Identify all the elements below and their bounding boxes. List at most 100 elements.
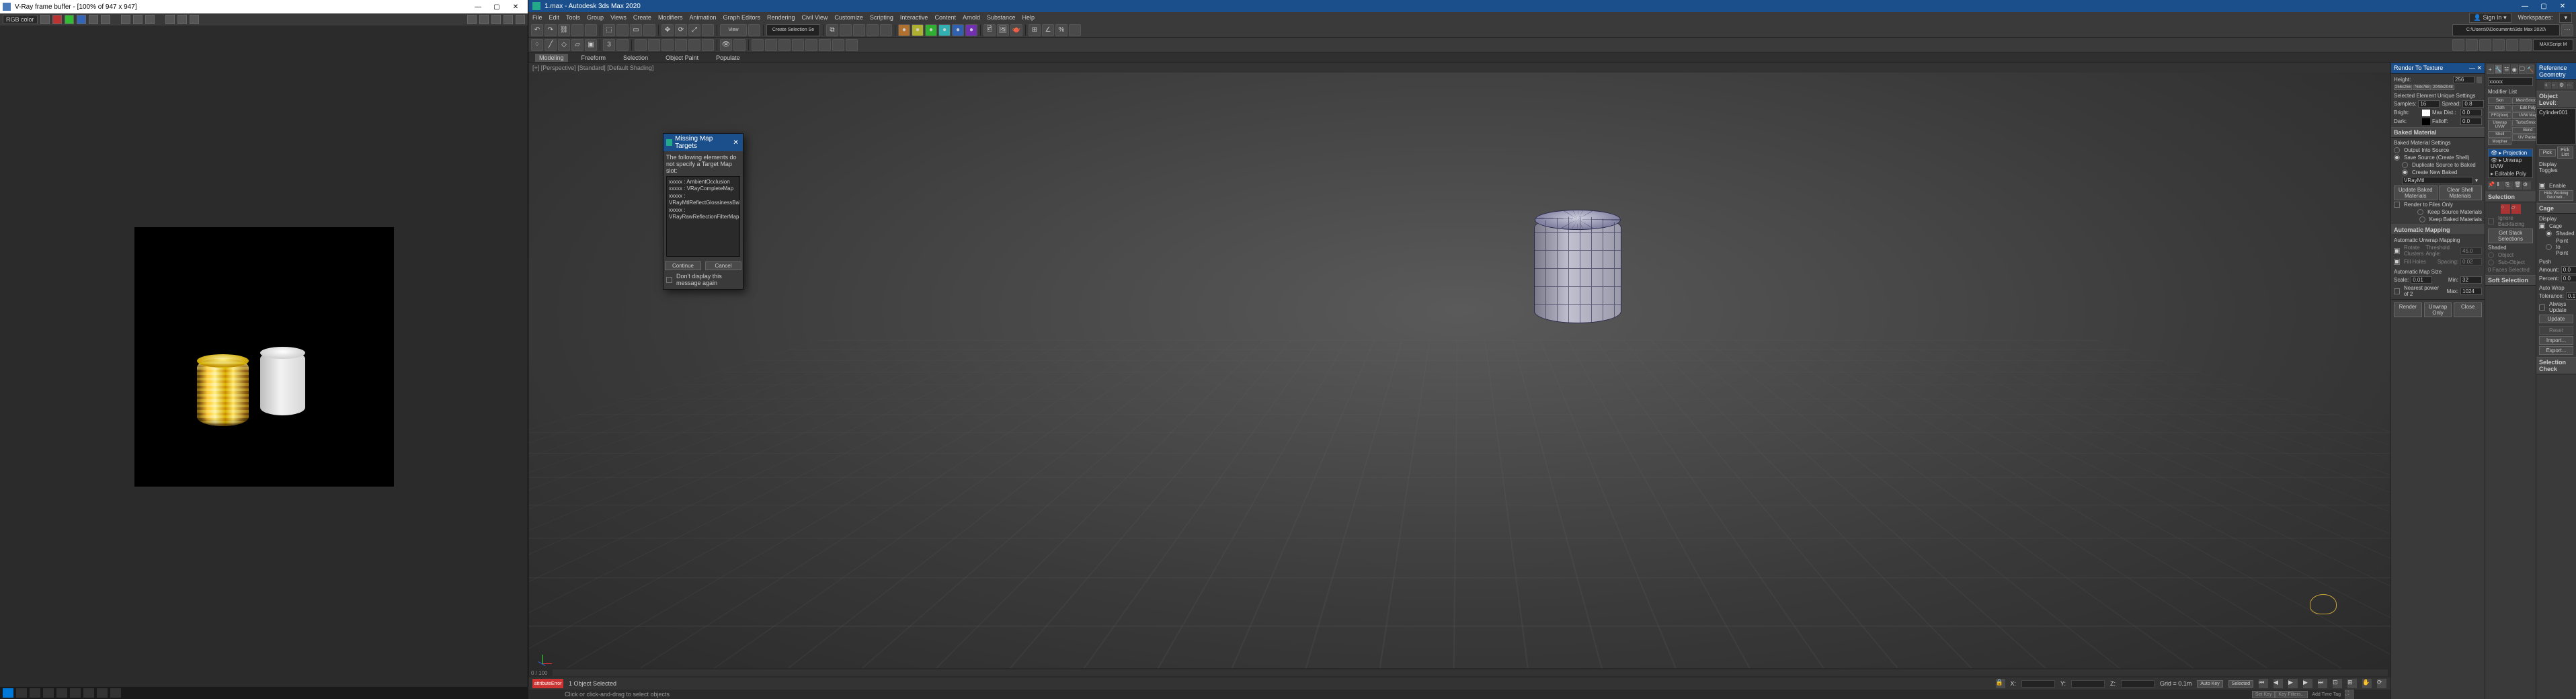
spinner-snap-icon[interactable] xyxy=(1069,24,1081,36)
maximize-button[interactable]: ▢ xyxy=(2534,3,2553,10)
selection-check-rollout[interactable]: Selection Check xyxy=(2536,357,2576,374)
toggle-icon[interactable] xyxy=(2554,175,2561,181)
region-render-icon[interactable] xyxy=(165,15,175,24)
automatic-mapping-rollout[interactable]: Automatic Mapping xyxy=(2391,224,2485,235)
stop-render-icon[interactable] xyxy=(504,15,513,24)
zoom-all-icon[interactable]: ⊞ xyxy=(2347,679,2357,688)
menu-views[interactable]: Views xyxy=(610,14,627,21)
maxdist-input[interactable] xyxy=(2460,109,2482,116)
zoom-extents-icon[interactable]: ⊡ xyxy=(2333,679,2342,688)
start-button-icon[interactable] xyxy=(3,688,13,698)
pin-stack-icon[interactable]: 📌 xyxy=(2488,181,2496,190)
poly-element-icon[interactable]: ▣ xyxy=(585,39,597,51)
menu-animation[interactable]: Animation xyxy=(689,14,716,21)
timeline[interactable]: 0 / 100 xyxy=(528,668,2390,677)
setkey-button[interactable]: Set Key xyxy=(2252,691,2276,698)
poly-border-icon[interactable]: ◇ xyxy=(558,39,570,51)
make-unique-icon[interactable]: ⎘ xyxy=(2505,181,2513,190)
menu-civilview[interactable]: Civil View xyxy=(802,14,828,21)
hide-geo-button[interactable]: Hide Working Geometr... xyxy=(2539,190,2573,201)
autokey-button[interactable]: Auto Key xyxy=(2197,680,2222,688)
app-icon[interactable] xyxy=(83,688,94,698)
save-image-icon[interactable] xyxy=(121,15,130,24)
workspaces-dropdown[interactable]: ▾ xyxy=(2559,13,2572,23)
mat-sphere-icon[interactable]: ● xyxy=(925,24,937,36)
toggle-icon[interactable] xyxy=(2546,175,2553,181)
maximize-button[interactable]: ▢ xyxy=(487,3,506,11)
face-subobj-icon[interactable]: ▱ xyxy=(2511,204,2521,214)
layers-icon[interactable] xyxy=(853,24,865,36)
shaded-subobj-radio[interactable] xyxy=(2488,259,2494,265)
material-type-dropdown[interactable]: VRayMtl xyxy=(2402,177,2473,184)
scale-icon[interactable]: ⤢ xyxy=(688,24,700,36)
preset-button[interactable]: 2048x2048 xyxy=(2431,85,2454,90)
stack-item-editpoly[interactable]: ▸ Editable Poly xyxy=(2489,170,2532,177)
selection-rollout[interactable]: Selection xyxy=(2485,192,2536,202)
ref-object-list[interactable]: Cylinder001 xyxy=(2536,108,2576,145)
app-icon[interactable] xyxy=(97,688,108,698)
pt2pt-radio[interactable] xyxy=(2546,244,2552,250)
snap-25d-icon[interactable] xyxy=(616,39,629,51)
ribbon-tab-selection[interactable]: Selection xyxy=(619,54,652,62)
viewport-label[interactable]: [+] [Perspective] [Standard] [Default Sh… xyxy=(528,63,2390,73)
menu-help[interactable]: Help xyxy=(1022,14,1035,21)
menu-content[interactable]: Content xyxy=(934,14,956,21)
create-tab-icon[interactable] xyxy=(2452,39,2464,51)
modeling-tool-icon[interactable] xyxy=(688,39,700,51)
xview-icon[interactable] xyxy=(733,39,746,51)
hierarchy-tab-icon[interactable]: ☱ xyxy=(2503,65,2510,74)
rtt-title[interactable]: Render To Texture ― ✕ xyxy=(2391,63,2485,74)
picklist-button[interactable]: Pick List xyxy=(2557,147,2574,159)
motion-tab-icon[interactable]: ◉ xyxy=(2511,65,2518,74)
menu-rendering[interactable]: Rendering xyxy=(767,14,795,21)
modeling-tool-icon[interactable] xyxy=(635,39,647,51)
modifier-stack[interactable]: 👁 ▸ Projection 👁 ▸ Unwrap UVW ▸ Editable… xyxy=(2488,149,2533,178)
unlink-icon[interactable] xyxy=(571,24,583,36)
coord-y-input[interactable] xyxy=(2071,680,2105,688)
clear-shell-button[interactable]: Clear Shell Materials xyxy=(2439,186,2483,200)
unwrap-only-button[interactable]: Unwrap Only xyxy=(2424,302,2452,317)
enable-checkbox[interactable] xyxy=(2539,183,2545,189)
lock-selection-icon[interactable]: 🔒 xyxy=(1996,679,2005,688)
play-icon[interactable]: ▶ xyxy=(2288,679,2298,688)
prev-frame-icon[interactable]: ◀ xyxy=(2273,679,2283,688)
menu-tools[interactable]: Tools xyxy=(566,14,580,21)
goto-start-icon[interactable]: ⏮ xyxy=(2259,679,2268,688)
keyfilters-button[interactable]: Key Filters... xyxy=(2275,691,2308,698)
keep-baked-radio[interactable] xyxy=(2419,216,2425,222)
menu-edit[interactable]: Edit xyxy=(549,14,560,21)
spacing-input[interactable] xyxy=(2460,258,2482,265)
utilities-tab-icon[interactable] xyxy=(2520,39,2532,51)
display-tab-icon[interactable] xyxy=(2506,39,2518,51)
update-button[interactable]: Update xyxy=(2539,315,2573,323)
mirror-icon[interactable]: ⧉ xyxy=(826,24,838,36)
modify-tab-icon[interactable] xyxy=(2466,39,2478,51)
browser-icon[interactable] xyxy=(56,688,67,698)
explorer-icon[interactable] xyxy=(43,688,54,698)
mod-shell[interactable]: Shell xyxy=(2488,131,2511,138)
link-pdplayer-icon[interactable] xyxy=(190,15,199,24)
utilities-tab-icon[interactable]: 🔨 xyxy=(2526,65,2534,74)
vray-tool-icon[interactable] xyxy=(819,39,831,51)
select-icon[interactable]: ⬚ xyxy=(603,24,615,36)
dialog-close-icon[interactable]: ✕ xyxy=(731,139,740,147)
snap-toggle-icon[interactable]: ⊞ xyxy=(1029,24,1041,36)
refcoord-dropdown[interactable]: View xyxy=(720,24,747,36)
ribbon-tab-freeform[interactable]: Freeform xyxy=(577,54,610,62)
stack-item-projection[interactable]: 👁 ▸ Projection xyxy=(2489,149,2532,157)
curve-editor-icon[interactable] xyxy=(867,24,879,36)
ribbon-tab-objectpaint[interactable]: Object Paint xyxy=(661,54,702,62)
max-titlebar[interactable]: 1.max - Autodesk 3ds Max 2020 ― ▢ ✕ xyxy=(528,0,2576,12)
pick-button[interactable]: Pick xyxy=(2539,149,2556,157)
keep-src-radio[interactable] xyxy=(2417,209,2423,215)
percent-snap-icon[interactable]: % xyxy=(1055,24,1068,36)
soft-selection-rollout[interactable]: Soft Selection xyxy=(2485,275,2536,286)
render-frame-icon[interactable]: 🖼 xyxy=(997,24,1009,36)
reset-button[interactable]: Reset xyxy=(2539,326,2573,335)
modifier-list-dropdown[interactable]: Modifier List xyxy=(2488,89,2533,95)
render-setup-icon[interactable]: 🖻 xyxy=(983,24,996,36)
menu-modifiers[interactable]: Modifiers xyxy=(658,14,683,21)
cylinder-object[interactable] xyxy=(1534,216,1621,323)
remove-icon[interactable]: − xyxy=(2552,82,2559,89)
pivot-icon[interactable] xyxy=(748,24,760,36)
